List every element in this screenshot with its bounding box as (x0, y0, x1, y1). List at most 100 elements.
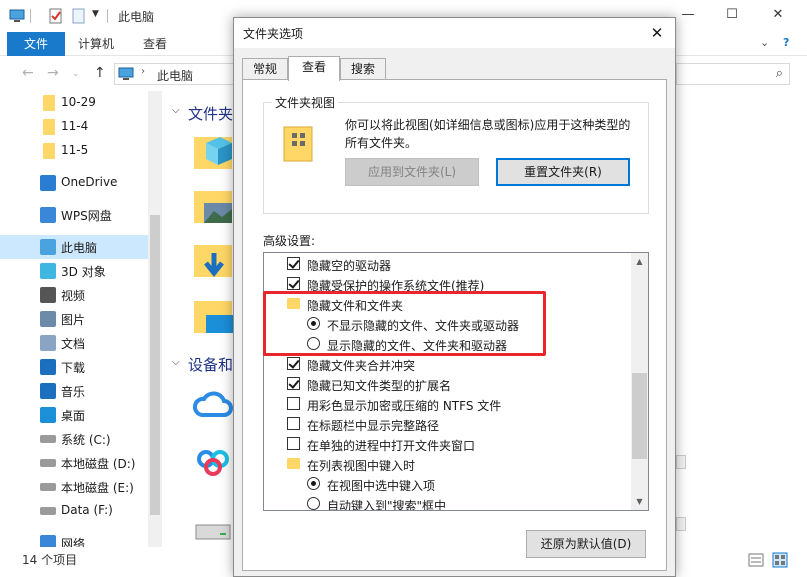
address-text: 此电脑 (157, 69, 194, 83)
sidebar-item-label: 本地磁盘 (E:) (61, 481, 134, 495)
tree-row[interactable]: 在标题栏中显示完整路径 (264, 414, 630, 434)
sidebar-item[interactable]: 11-5 (0, 139, 148, 163)
onedrive-cloud-icon[interactable] (192, 383, 234, 425)
setting-label: 用彩色显示加密或压缩的 NTFS 文件 (307, 399, 502, 413)
setting-radio[interactable] (307, 477, 320, 490)
setting-checkbox[interactable] (287, 417, 300, 430)
tab-general[interactable]: 常规 (242, 58, 288, 80)
chevron-down-icon[interactable]: ▼ (92, 9, 99, 19)
baidu-netdisk-icon[interactable] (192, 439, 234, 481)
tab-search[interactable]: 搜索 (340, 58, 386, 80)
chevron-down-icon[interactable]: ⌄ (72, 69, 80, 79)
chevron-down-icon[interactable]: ⌵ (172, 357, 180, 368)
address-input[interactable]: › 此电脑 (114, 63, 234, 85)
setting-label: 隐藏已知文件类型的扩展名 (307, 379, 452, 393)
sidebar-item[interactable]: 10-29 (0, 91, 148, 115)
tree-scrollbar-thumb[interactable] (632, 373, 647, 459)
dialog-title: 文件夹选项 (243, 27, 304, 41)
section-folders-header[interactable]: 文件夹 (188, 103, 233, 124)
folder-views-group: 文件夹视图 你可以将此视图(如详细信息或图标)应用于这种类型的所有文件夹。 应用… (263, 94, 649, 214)
tab-view[interactable]: 查看 (288, 56, 340, 81)
computer-icon (9, 9, 25, 22)
sidebar-item[interactable]: 本地磁盘 (D:) (0, 451, 148, 475)
chevron-down-icon[interactable]: ⌵ (172, 105, 180, 116)
scroll-down-icon[interactable]: ▼ (631, 493, 648, 510)
scroll-up-icon[interactable]: ▲ (631, 253, 648, 270)
tree-row[interactable]: 隐藏空的驱动器 (264, 254, 630, 274)
setting-checkbox[interactable] (287, 357, 300, 370)
drive-icon (40, 459, 56, 467)
large-icons-view-icon[interactable] (772, 552, 788, 568)
downloads-folder-icon[interactable] (192, 241, 234, 283)
tree-row[interactable]: 在视图中选中键入项 (264, 474, 630, 494)
tree-row[interactable]: 隐藏文件夹合并冲突 (264, 354, 630, 374)
setting-radio[interactable] (307, 497, 320, 510)
nav-scrollbar[interactable] (148, 91, 162, 547)
details-view-icon[interactable] (748, 553, 764, 567)
setting-checkbox[interactable] (287, 397, 300, 410)
video-icon (40, 287, 56, 303)
setting-checkbox[interactable] (287, 377, 300, 390)
new-folder-icon[interactable] (71, 8, 87, 24)
search-input[interactable]: ⌕ (676, 63, 790, 85)
scroll-marker (676, 517, 686, 531)
sidebar-item[interactable]: 此电脑 (0, 235, 148, 259)
back-arrow-icon[interactable]: ← (22, 65, 34, 81)
sidebar-item[interactable]: 本地磁盘 (E:) (0, 475, 148, 499)
desktop-folder-icon[interactable] (192, 297, 234, 339)
sidebar-item[interactable]: WPS网盘 (0, 203, 148, 227)
forward-arrow-icon[interactable]: → (47, 65, 59, 81)
apply-to-folders-button[interactable]: 应用到文件夹(L) (345, 158, 479, 186)
tree-row[interactable]: 用彩色显示加密或压缩的 NTFS 文件 (264, 394, 630, 414)
sidebar-item[interactable]: 音乐 (0, 379, 148, 403)
sidebar-item[interactable]: 视频 (0, 283, 148, 307)
navigation-pane: 10-29 11-4 11-5 OneDrive WPS网盘此电脑 3D 对象视频图片文档… (0, 91, 162, 551)
dialog-close-button[interactable]: ✕ (639, 18, 675, 48)
nav-scrollbar-thumb[interactable] (150, 215, 160, 515)
tree-row[interactable]: 自动键入到"搜索"框中 (264, 494, 630, 511)
tree-row[interactable]: 隐藏已知文件类型的扩展名 (264, 374, 630, 394)
wps-cloud-icon (40, 207, 56, 223)
tree-row: 在列表视图中键入时 (264, 454, 630, 474)
sidebar-item[interactable]: OneDrive (0, 171, 148, 195)
sidebar-item[interactable]: 3D 对象 (0, 259, 148, 283)
up-arrow-icon[interactable]: ↑ (94, 65, 106, 81)
sidebar-item-label: 系统 (C:) (61, 433, 111, 447)
folder-icon (43, 95, 55, 111)
sidebar-item[interactable]: 图片 (0, 307, 148, 331)
item-count: 14 个项目 (22, 553, 78, 567)
tree-scrollbar[interactable]: ▲ ▼ (631, 253, 648, 510)
sidebar-item[interactable]: 文档 (0, 331, 148, 355)
sidebar-item[interactable]: 系统 (C:) (0, 427, 148, 451)
reset-folders-button[interactable]: 重置文件夹(R) (496, 158, 630, 186)
tree-row[interactable]: 在单独的进程中打开文件夹窗口 (264, 434, 630, 454)
pictures-folder-icon[interactable] (192, 187, 234, 229)
sidebar-item[interactable]: 11-4 (0, 115, 148, 139)
tab-file[interactable]: 文件 (7, 32, 65, 56)
3d-objects-folder-icon[interactable] (192, 131, 234, 173)
setting-checkbox[interactable] (287, 277, 300, 290)
sidebar-item-label: 文档 (61, 337, 86, 351)
setting-label: 在视图中选中键入项 (327, 479, 436, 493)
sidebar-item-label: 此电脑 (61, 241, 98, 255)
tab-view[interactable]: 查看 (143, 32, 167, 56)
setting-label: 在列表视图中键入时 (307, 459, 416, 473)
sidebar-item[interactable]: 下载 (0, 355, 148, 379)
restore-defaults-button[interactable]: 还原为默认值(D) (526, 530, 646, 558)
setting-checkbox[interactable] (287, 257, 300, 270)
maximize-button[interactable]: ☐ (709, 0, 755, 32)
help-icon[interactable]: ? (783, 36, 789, 49)
advanced-settings-label: 高级设置: (263, 234, 316, 248)
sidebar-item[interactable]: Data (F:) (0, 499, 148, 523)
close-button[interactable]: ✕ (755, 0, 801, 32)
setting-label: 自动键入到"搜索"框中 (327, 499, 447, 511)
folder-views-legend: 文件夹视图 (272, 94, 339, 111)
sidebar-item[interactable]: 桌面 (0, 403, 148, 427)
tab-computer[interactable]: 计算机 (78, 32, 114, 56)
properties-icon[interactable] (48, 8, 64, 24)
sidebar-item-label: 视频 (61, 289, 86, 303)
details-strip (676, 91, 807, 547)
setting-checkbox[interactable] (287, 437, 300, 450)
chevron-down-icon[interactable]: ⌄ (760, 36, 769, 49)
section-devices-header[interactable]: 设备和 (188, 354, 233, 375)
